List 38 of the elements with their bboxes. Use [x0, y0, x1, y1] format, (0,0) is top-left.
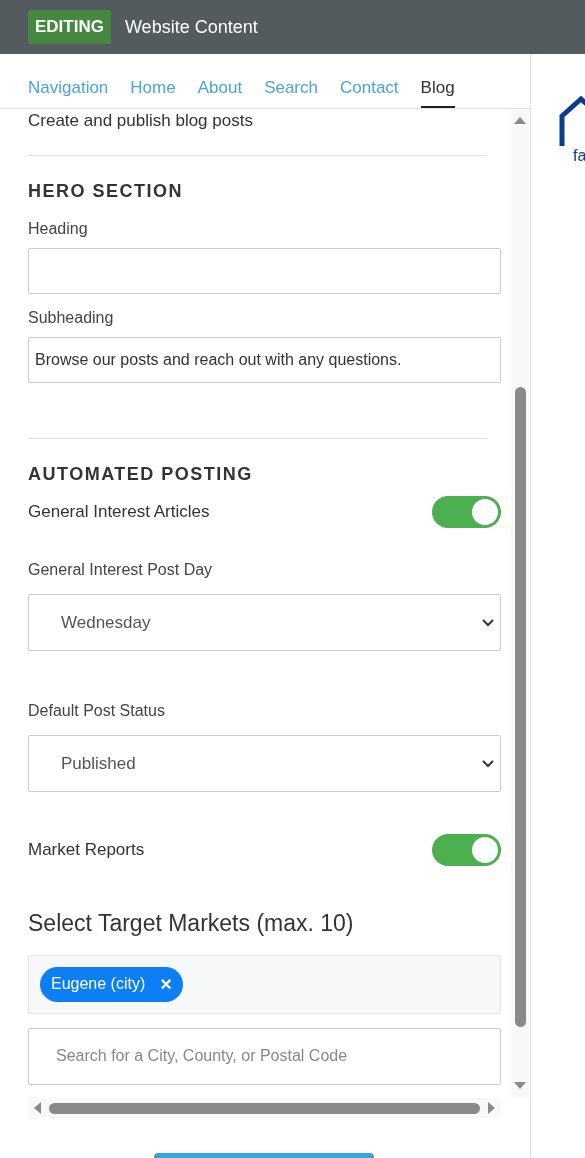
scroll-up-icon[interactable] [514, 117, 526, 124]
scroll-right-icon[interactable] [488, 1102, 495, 1114]
select-field[interactable]: Wednesday [28, 594, 501, 651]
scroll-down-icon[interactable] [514, 1082, 526, 1089]
field-label: Heading [28, 219, 89, 239]
section-heading: HERO SECTION [28, 180, 184, 203]
tab[interactable]: Home [130, 74, 176, 108]
scrollbar-thumb[interactable] [49, 1102, 480, 1114]
scroll-left-icon[interactable] [34, 1102, 41, 1114]
intro-text: Create and publish blog posts [28, 111, 254, 131]
tab[interactable]: Blog [420, 74, 455, 108]
text-field[interactable] [28, 248, 501, 294]
section-heading: AUTOMATED POSTING [28, 463, 254, 486]
field-label: Subheading [28, 308, 115, 328]
editing-badge: EDITING [28, 10, 111, 44]
tab[interactable]: Navigation [28, 74, 109, 108]
chevron-down-icon [482, 618, 494, 627]
toggle-label: General Interest Articles [28, 501, 210, 524]
tab[interactable]: Search [264, 74, 318, 108]
toggle-switch[interactable] [432, 496, 501, 528]
remove-tag-button[interactable]: × [157, 974, 175, 994]
toggle-label: Market Reports [28, 839, 145, 862]
vertical-scrollbar[interactable] [511, 109, 529, 1098]
scrollbar-thumb[interactable] [514, 387, 526, 1027]
chevron-down-icon [482, 759, 494, 768]
page-title: Website Content [124, 15, 258, 39]
horizontal-scrollbar[interactable] [28, 1098, 501, 1118]
field-label: General Interest Post Day [28, 560, 214, 580]
toggle-switch[interactable] [432, 834, 501, 866]
field-label: Default Post Status [28, 701, 166, 721]
text-field[interactable]: Browse our posts and reach out with any questions. [28, 337, 501, 383]
tag-label: Eugene (city) [51, 974, 146, 994]
select-field[interactable]: Published [28, 735, 501, 792]
tab[interactable]: About [197, 74, 243, 108]
search-field[interactable]: Search for a City, County, or Postal Code [28, 1027, 501, 1085]
tab[interactable]: Contact [340, 74, 399, 108]
house-logo-icon [559, 96, 585, 148]
section-heading: Select Target Markets (max. 10) [28, 909, 355, 938]
